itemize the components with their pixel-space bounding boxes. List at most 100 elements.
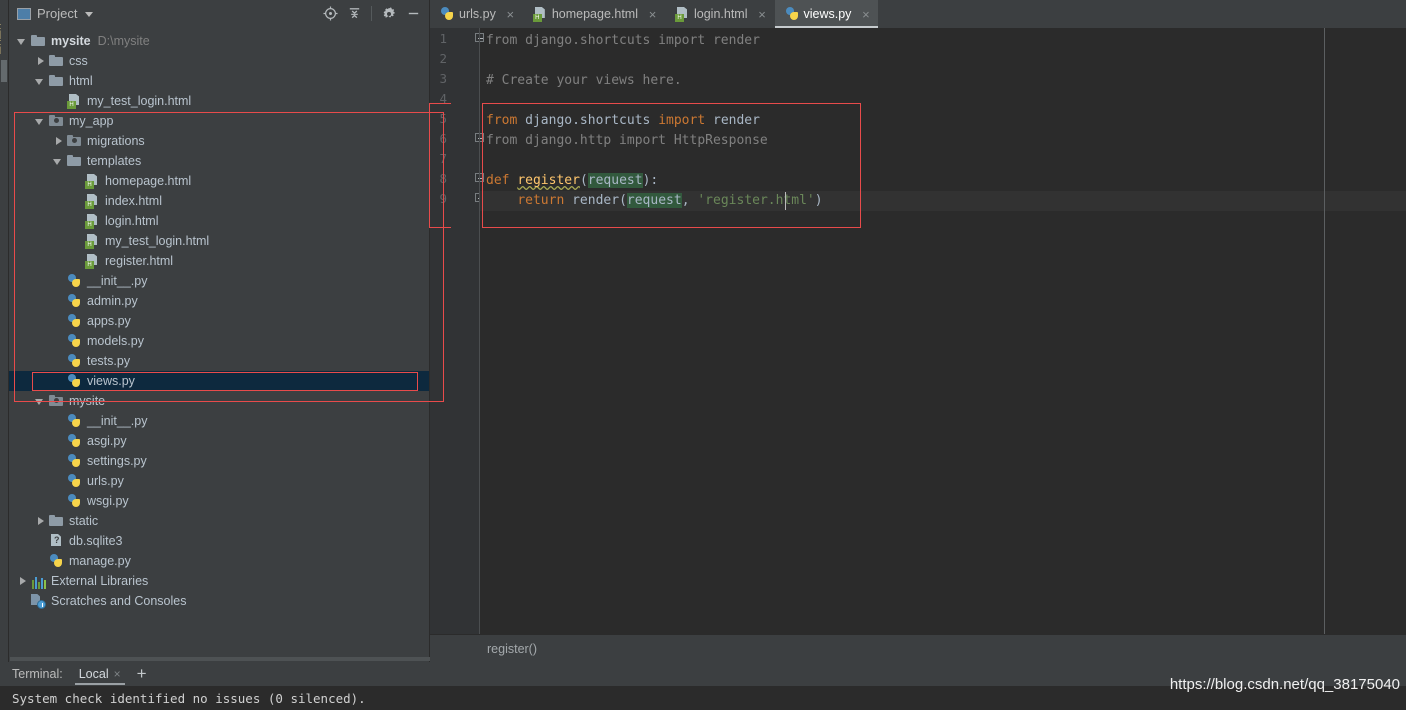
close-icon[interactable]: × [114, 667, 121, 681]
tree-row-label: settings.py [87, 454, 147, 468]
tree-row[interactable]: mysite D:\mysite [9, 31, 429, 51]
project-file-tree[interactable]: mysite D:\mysite css html Hmy_test_login.htm… [9, 27, 429, 611]
python-file-icon [784, 6, 799, 22]
tree-twisty-open-icon[interactable] [53, 156, 64, 167]
python-file-icon [66, 373, 82, 389]
tree-row[interactable]: Scratches and Consoles [9, 591, 429, 611]
tree-row[interactable]: asgi.py [9, 431, 429, 451]
tree-row[interactable]: Hhomepage.html [9, 171, 429, 191]
tree-row[interactable]: my_app [9, 111, 429, 131]
tree-row[interactable]: settings.py [9, 451, 429, 471]
editor-tab-label: urls.py [459, 7, 496, 21]
tree-row[interactable]: ? db.sqlite3 [9, 531, 429, 551]
left-tool-stripe[interactable]: :|:| [0, 0, 9, 662]
minimize-icon[interactable] [403, 4, 423, 24]
close-icon[interactable]: × [757, 8, 768, 21]
tree-twisty-open-icon[interactable] [35, 76, 46, 87]
tree-row[interactable]: admin.py [9, 291, 429, 311]
tree-row[interactable]: __init__.py [9, 411, 429, 431]
tree-row[interactable]: apps.py [9, 311, 429, 331]
code-content[interactable]: from django.shortcuts import render # Cre… [430, 28, 1406, 634]
tree-row-label: homepage.html [105, 174, 192, 188]
code-line[interactable]: return render(request, 'register.html') [486, 191, 823, 211]
breadcrumb[interactable]: register() [487, 642, 537, 656]
terminal-tabs[interactable]: Local × [74, 667, 125, 685]
tree-row[interactable]: models.py [9, 331, 429, 351]
tree-row[interactable]: urls.py [9, 471, 429, 491]
editor-tab-views-py[interactable]: views.py × [774, 0, 879, 28]
tree-row-label: my_test_login.html [105, 234, 210, 248]
code-line[interactable]: from django.http import HttpResponse [486, 131, 768, 151]
code-line[interactable]: from django.shortcuts import render [486, 111, 760, 131]
editor-tab-bar[interactable]: urls.py × Hhomepage.html × Hlogin.html × views… [430, 0, 1406, 28]
tree-row-label: index.html [105, 194, 162, 208]
project-panel-toolbar [320, 0, 423, 27]
editor-tab-label: views.py [803, 7, 852, 21]
project-horizontal-scrollbar[interactable] [10, 657, 430, 661]
add-terminal-button[interactable]: + [137, 665, 147, 682]
tree-row[interactable]: External Libraries [9, 571, 429, 591]
tree-row[interactable]: static [9, 511, 429, 531]
collapse-all-icon[interactable] [344, 4, 364, 24]
code-line[interactable]: # Create your views here. [486, 71, 682, 91]
folder-icon [48, 513, 64, 529]
tree-row[interactable]: Hmy_test_login.html [9, 91, 429, 111]
tree-row[interactable]: css [9, 51, 429, 71]
code-token: request [587, 173, 643, 188]
terminal-tab-local[interactable]: Local × [74, 667, 125, 685]
tree-twisty-closed-icon[interactable] [53, 136, 64, 147]
folder-icon [66, 153, 82, 169]
tree-twisty-open-icon[interactable] [17, 36, 28, 47]
tree-row[interactable]: __init__.py [9, 271, 429, 291]
tree-twisty-closed-icon[interactable] [35, 56, 46, 67]
unknown-file-icon: ? [48, 533, 64, 549]
tree-row-label: css [69, 54, 88, 68]
code-line[interactable]: def register(request): [486, 171, 658, 191]
code-token: django.shortcuts [517, 113, 659, 128]
close-icon[interactable]: × [505, 8, 516, 21]
code-line[interactable]: from django.shortcuts import render [486, 31, 760, 51]
code-token: , [681, 193, 698, 208]
tree-row[interactable]: views.py [9, 371, 429, 391]
tree-row[interactable]: Hmy_test_login.html [9, 231, 429, 251]
code-editor[interactable]: 123456789 from django.shortcuts import r… [430, 28, 1406, 634]
tree-twisty-open-icon[interactable] [35, 396, 46, 407]
tree-row[interactable]: html [9, 71, 429, 91]
chevron-down-icon[interactable] [85, 12, 94, 17]
html-file-icon: H [66, 93, 82, 109]
tree-row[interactable]: migrations [9, 131, 429, 151]
editor-tab-urls-py[interactable]: urls.py × [430, 0, 523, 28]
gear-icon[interactable] [379, 4, 399, 24]
tree-row[interactable]: mysite [9, 391, 429, 411]
tree-row-label: admin.py [87, 294, 138, 308]
tree-row[interactable]: templates [9, 151, 429, 171]
tree-row[interactable]: manage.py [9, 551, 429, 571]
tree-row[interactable]: wsgi.py [9, 491, 429, 511]
tree-row[interactable]: Hlogin.html [9, 211, 429, 231]
project-title-group[interactable]: Project [9, 6, 94, 21]
editor-tab-login-html[interactable]: Hlogin.html × [665, 0, 775, 28]
tree-row-label: __init__.py [87, 414, 148, 428]
tree-row[interactable]: Hindex.html [9, 191, 429, 211]
close-icon[interactable]: × [647, 8, 658, 21]
tree-twisty-open-icon[interactable] [35, 116, 46, 127]
tree-twisty-closed-icon[interactable] [35, 516, 46, 527]
tree-row-label: migrations [87, 134, 145, 148]
tree-row[interactable]: tests.py [9, 351, 429, 371]
tree-row[interactable]: Hregister.html [9, 251, 429, 271]
tree-row-label: Scratches and Consoles [51, 594, 187, 608]
locate-icon[interactable] [320, 4, 340, 24]
tree-row-label: mysite [69, 394, 106, 408]
editor-tab-homepage-html[interactable]: Hhomepage.html × [523, 0, 665, 28]
tree-twisty-closed-icon[interactable] [17, 576, 28, 587]
stripe-marker [1, 60, 7, 82]
close-icon[interactable]: × [860, 8, 871, 21]
